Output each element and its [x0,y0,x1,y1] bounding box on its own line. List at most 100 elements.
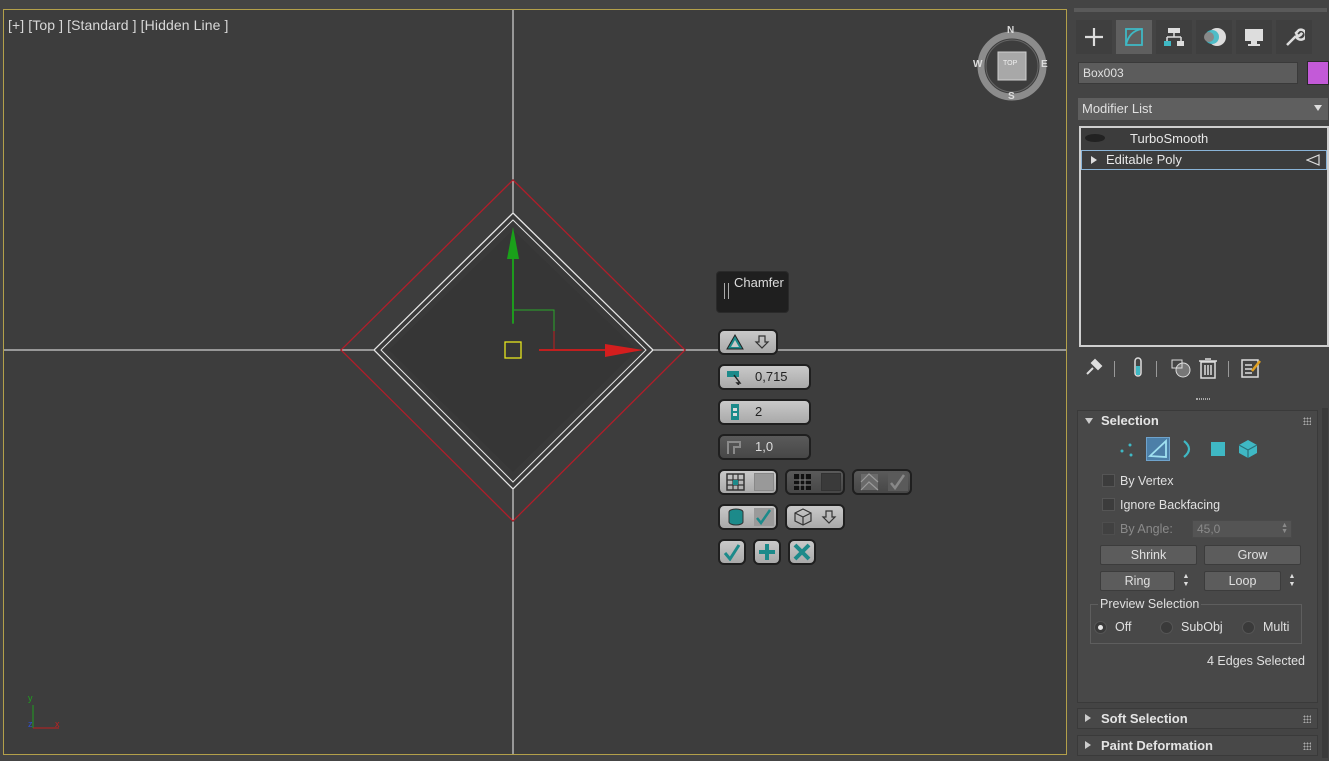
open-chamfer-toggle[interactable] [718,504,778,530]
chamfer-caddy-title[interactable]: Chamfer [716,271,789,313]
axis-z-label: z [28,719,33,729]
chevron-down-icon [1314,105,1322,111]
utilities-tab[interactable] [1276,20,1312,54]
grip-icon [1303,417,1311,425]
viewcube-east[interactable]: E [1041,59,1048,70]
preview-off-radio[interactable] [1094,621,1107,634]
soft-selection-rollout[interactable]: Soft Selection [1077,708,1318,729]
ignore-backfacing-label: Ignore Backfacing [1120,498,1221,512]
border-mode-button[interactable] [1176,437,1200,461]
preview-selection-label: Preview Selection [1098,597,1202,611]
stack-toolbar [1078,355,1328,383]
plus-icon [1085,28,1103,46]
quad-intersection-toggle[interactable] [718,469,778,495]
paint-deformation-header[interactable]: Paint Deformation [1078,736,1317,756]
cylinder-icon [728,508,744,526]
modify-tab[interactable] [1116,20,1152,54]
display-tab[interactable] [1236,20,1272,54]
preview-multi-radio[interactable] [1242,621,1255,634]
dropdown-arrow-icon [821,510,837,524]
hierarchy-tab[interactable] [1156,20,1192,54]
stack-item-label: Editable Poly [1106,152,1182,167]
configure-modifier-sets-button[interactable] [1238,355,1262,381]
by-angle-checkbox[interactable] [1102,522,1115,535]
smooth-toggle[interactable] [785,469,845,495]
chamfer-smooth-toggle[interactable] [852,469,912,495]
viewcube-north[interactable]: N [1007,25,1014,36]
grow-button[interactable]: Grow [1204,545,1301,565]
expand-triangle-icon [1085,714,1091,722]
angle-spinner[interactable]: 45,0 ▲ ▼ [1192,520,1292,538]
object-color-swatch[interactable] [1307,61,1329,85]
viewcube-west[interactable]: W [973,59,982,70]
smooth-grid-icon [794,474,811,490]
ring-spinner[interactable]: ▲ ▼ [1180,571,1192,591]
caddy-grip-icon[interactable] [724,283,729,299]
apply-continue-button[interactable] [753,539,781,565]
viewcube-face-top[interactable]: TOP [1003,60,1017,67]
paint-deformation-rollout[interactable]: Paint Deformation [1077,735,1318,756]
chamfer-amount-field[interactable]: 0,715 [718,364,811,390]
stack-item-turbosmooth[interactable]: TurboSmooth [1081,129,1327,149]
chamfer-type-dropdown[interactable] [718,329,778,355]
loop-spinner[interactable]: ▲ ▼ [1286,571,1298,591]
edge-mode-button[interactable] [1146,437,1170,461]
edge-subobject-icon [1306,154,1320,166]
segments-value[interactable]: 2 [755,404,762,419]
quad-grid-icon [726,473,745,491]
pin-icon [1086,358,1103,375]
top-viewport[interactable]: [+] [Top ] [Standard ] [Hidden Line ] N … [3,9,1067,755]
panel-top-bar [1074,8,1327,12]
pin-stack-button[interactable] [1082,355,1106,381]
test-tube-icon [1134,357,1142,377]
by-vertex-checkbox[interactable] [1102,474,1115,487]
expand-triangle-icon[interactable] [1091,156,1097,164]
chamfer-tension-field[interactable]: 1,0 [718,434,811,460]
viewport-label[interactable]: [+] [Top ] [Standard ] [Hidden Line ] [8,17,228,33]
modifier-list-dropdown[interactable]: Modifier List [1078,98,1328,120]
make-unique-icon [1171,359,1191,378]
cube-icon [794,508,812,526]
ok-button[interactable] [718,539,746,565]
ignore-backfacing-checkbox[interactable] [1102,498,1115,511]
chamfer-segments-field[interactable]: 2 [718,399,811,425]
preview-subobj-radio[interactable] [1160,621,1173,634]
element-mode-button[interactable] [1236,437,1260,461]
ring-button[interactable]: Ring [1100,571,1175,591]
panel-splitter[interactable] [1196,398,1210,400]
polygon-icon [1211,442,1225,456]
eye-icon[interactable] [1085,134,1105,142]
show-end-result-button[interactable] [1126,355,1150,381]
soft-selection-header[interactable]: Soft Selection [1078,709,1317,729]
chamfer-mode-dropdown[interactable] [785,504,845,530]
vertex-mode-button[interactable] [1116,437,1140,461]
cancel-button[interactable] [788,539,816,565]
loop-button[interactable]: Loop [1204,571,1281,591]
preview-multi-label: Multi [1263,620,1290,634]
remove-modifier-button[interactable] [1196,355,1220,381]
selection-rollout: Selection By Vertex Ignore Backfacing By… [1077,410,1318,703]
polygon-mode-button[interactable] [1206,437,1230,461]
selection-rollout-header[interactable]: Selection [1078,411,1317,431]
object-name-field[interactable]: Box003 [1078,62,1298,84]
shrink-button[interactable]: Shrink [1100,545,1197,565]
tension-value[interactable]: 1,0 [755,439,773,454]
command-panel-tabs [1076,20,1328,54]
amount-value[interactable]: 0,715 [755,369,788,384]
open-chamfer-check-icon [754,508,774,526]
create-tab[interactable] [1076,20,1112,54]
make-unique-button[interactable] [1168,355,1192,381]
grip-icon [1303,742,1311,750]
edge-icon [1147,438,1167,458]
viewcube-south[interactable]: S [1008,91,1015,102]
motion-tab[interactable] [1196,20,1232,54]
angle-value: 45,0 [1197,522,1221,536]
monitor-icon [1245,29,1263,46]
chamfer-smooth-check-icon [888,473,908,491]
stack-item-editable-poly[interactable]: Editable Poly [1081,150,1327,170]
modifier-stack[interactable]: TurboSmooth Editable Poly [1079,126,1329,347]
amount-icon [727,371,742,385]
tension-icon [727,441,741,454]
caddy-title-label: Chamfer [734,275,784,290]
panel-scrollbar[interactable] [1322,408,1328,758]
